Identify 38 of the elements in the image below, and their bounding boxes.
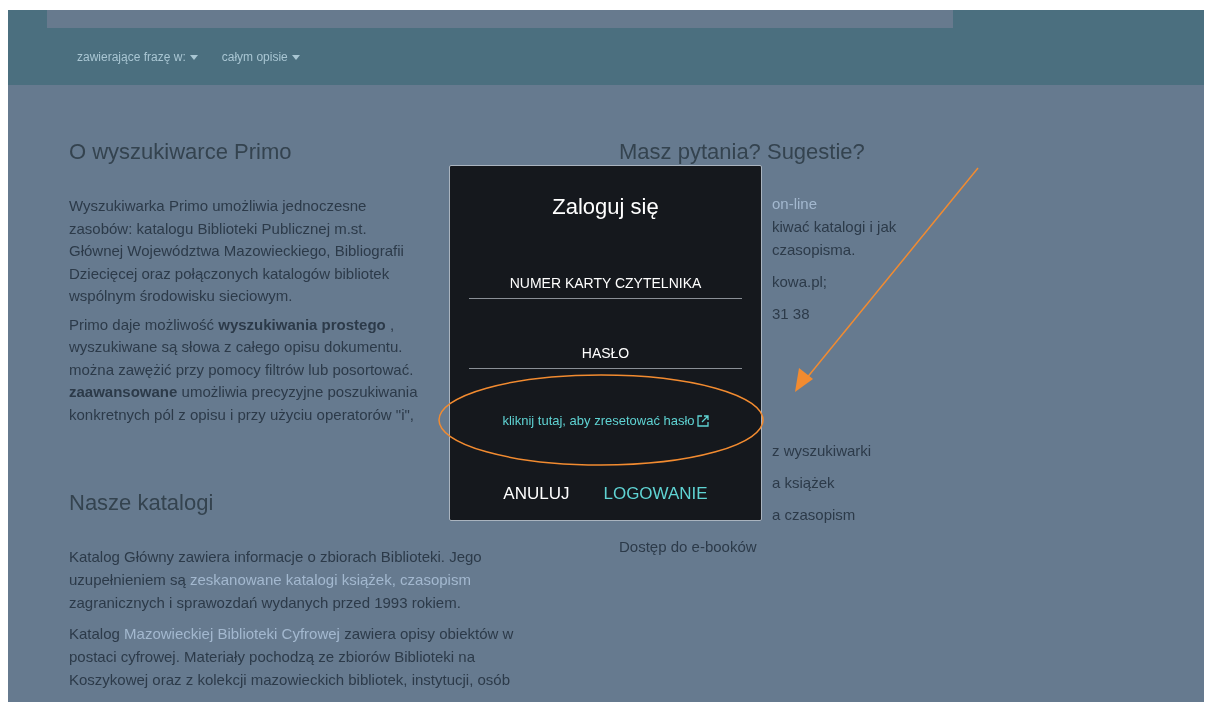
text-line: Primo daje możliwość wyszukiwania prostego , bbox=[69, 314, 395, 335]
text-line: kowa.pl; bbox=[772, 272, 828, 292]
text-line: Dziecięcej oraz połączonych katalogów bibliotek bbox=[69, 263, 390, 284]
text-line: konkretnych pól z opisu i przy użyciu operatorów "i", bbox=[69, 404, 414, 425]
filter-dropdown[interactable]: całym opisie bbox=[221, 48, 300, 66]
section-heading: Nasze katalogi bbox=[69, 489, 214, 517]
text-link[interactable]: on-line bbox=[772, 192, 818, 215]
text-field[interactable]: HASŁO bbox=[469, 343, 742, 369]
text-line: kiwać katalogi i jak bbox=[772, 217, 897, 237]
text-line: 31 38 bbox=[772, 304, 810, 324]
text-link[interactable]: a czasopism bbox=[772, 503, 856, 526]
text-line: Głównej Województwa Mazowieckiego, Bibliografii bbox=[69, 241, 404, 261]
text-link[interactable]: Dostęp do e-booków bbox=[619, 535, 757, 558]
text-line: wyszukiwane są słowa z całego opisu dokumentu. bbox=[69, 337, 403, 357]
text-line: można zawężić przy pomocy filtrów lub posortować. bbox=[69, 359, 414, 380]
paragraph: Katalog Główny zawiera informacje o zbiorach Biblioteki. Jego uzupełnieniem są zeskanowane katalogi książek, czasopism zagranicznych i sprawozdań wydanych przed 1993 rokiem. bbox=[69, 547, 483, 613]
text-link[interactable]: zeskanowane katalogi książek, czasopism bbox=[185, 571, 471, 588]
caret-icon bbox=[189, 54, 198, 60]
cancel-button[interactable]: ANULUJ bbox=[503, 480, 570, 506]
paragraph: Katalog Mazowieckiej Biblioteki Cyfrowej zawiera opisy obiektów w postaci cyfrowej. Materiały pochodzą ze zbiorów Biblioteki na Koszykowej oraz z kolekcji mazowieckich bibliotek, instytucji, osób bbox=[69, 624, 515, 690]
text-link[interactable]: z wyszukiwarki bbox=[772, 439, 872, 462]
text-field[interactable]: NUMER KARTY CZYTELNIKA bbox=[469, 273, 742, 299]
text-line: Wyszukiwarka Primo umożliwia jednoczesne bbox=[69, 196, 367, 216]
caret-icon bbox=[291, 54, 300, 60]
text-line: zasobów: katalogu Biblioteki Publicznej m.st. bbox=[69, 218, 367, 239]
filter-dropdown[interactable]: zawierające frazę w: bbox=[77, 48, 198, 66]
section-heading: O wyszukiwarce Primo bbox=[69, 138, 292, 166]
reset-password-link[interactable]: kliknij tutaj, aby zresetować hasło bbox=[502, 411, 709, 431]
external-link-icon bbox=[696, 414, 709, 427]
text-link[interactable]: a książek bbox=[772, 471, 835, 494]
search-field[interactable] bbox=[47, 10, 953, 28]
text-link[interactable]: Mazowieckiej Biblioteki Cyfrowej bbox=[119, 625, 345, 642]
section-heading: Masz pytania? Sugestie? bbox=[619, 138, 865, 166]
text-line: wspólnym środowisku sieciowym. bbox=[69, 286, 293, 306]
dialog-title: Zaloguj się bbox=[552, 193, 659, 221]
text-line: czasopisma. bbox=[772, 240, 856, 260]
login-button[interactable]: LOGOWANIE bbox=[603, 480, 708, 506]
text-line: zaawansowane umożliwia precyzyjne poszukiwania bbox=[69, 382, 418, 402]
